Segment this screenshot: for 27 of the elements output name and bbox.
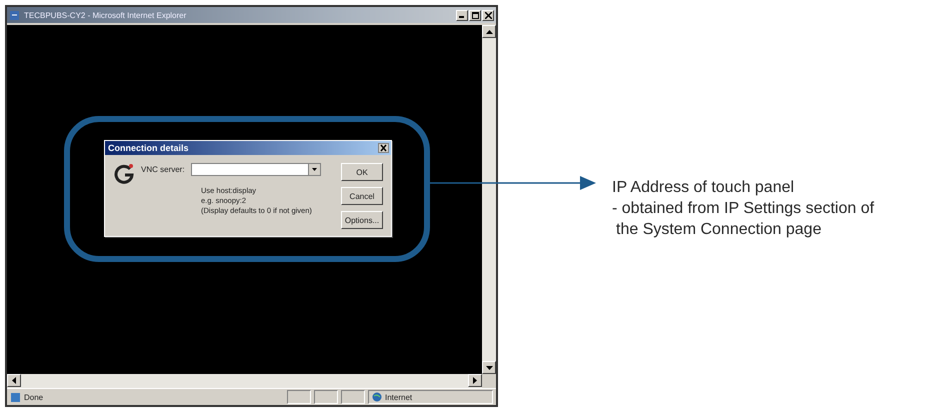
- callout-text: the System Connection page: [615, 220, 822, 240]
- status-pane: [341, 390, 365, 404]
- callout-text: - obtained from IP Settings section of: [612, 199, 874, 219]
- globe-icon: [372, 392, 382, 402]
- status-pane: [287, 390, 311, 404]
- dialog-title: Connection details: [108, 143, 189, 153]
- page-icon: [10, 392, 21, 402]
- close-icon[interactable]: [378, 143, 389, 153]
- scroll-left-icon[interactable]: [7, 374, 21, 387]
- logo-icon: [113, 163, 135, 185]
- dialog-button[interactable]: OK: [341, 163, 383, 181]
- callout-heading: IP Address of touch panel: [612, 178, 796, 198]
- page-icon: [9, 10, 20, 20]
- status-pane: [314, 390, 338, 404]
- field-label: VNC server:: [141, 165, 185, 174]
- scroll-up-icon[interactable]: [482, 25, 496, 38]
- vnc-server-field[interactable]: [190, 163, 321, 176]
- minimize-icon[interactable]: [456, 10, 468, 20]
- dialog-button[interactable]: Options...: [341, 211, 383, 229]
- status-text: Done: [24, 392, 44, 402]
- window-title: TECBPUBS-CY2 - Microsoft Internet Explorer: [24, 10, 188, 20]
- dialog-button[interactable]: Cancel: [341, 187, 383, 205]
- zone-text: Internet: [385, 392, 412, 402]
- maximize-icon[interactable]: [469, 10, 481, 20]
- dropdown-icon[interactable]: [308, 164, 320, 175]
- scroll-right-icon[interactable]: [468, 374, 482, 387]
- scroll-down-icon[interactable]: [482, 361, 496, 374]
